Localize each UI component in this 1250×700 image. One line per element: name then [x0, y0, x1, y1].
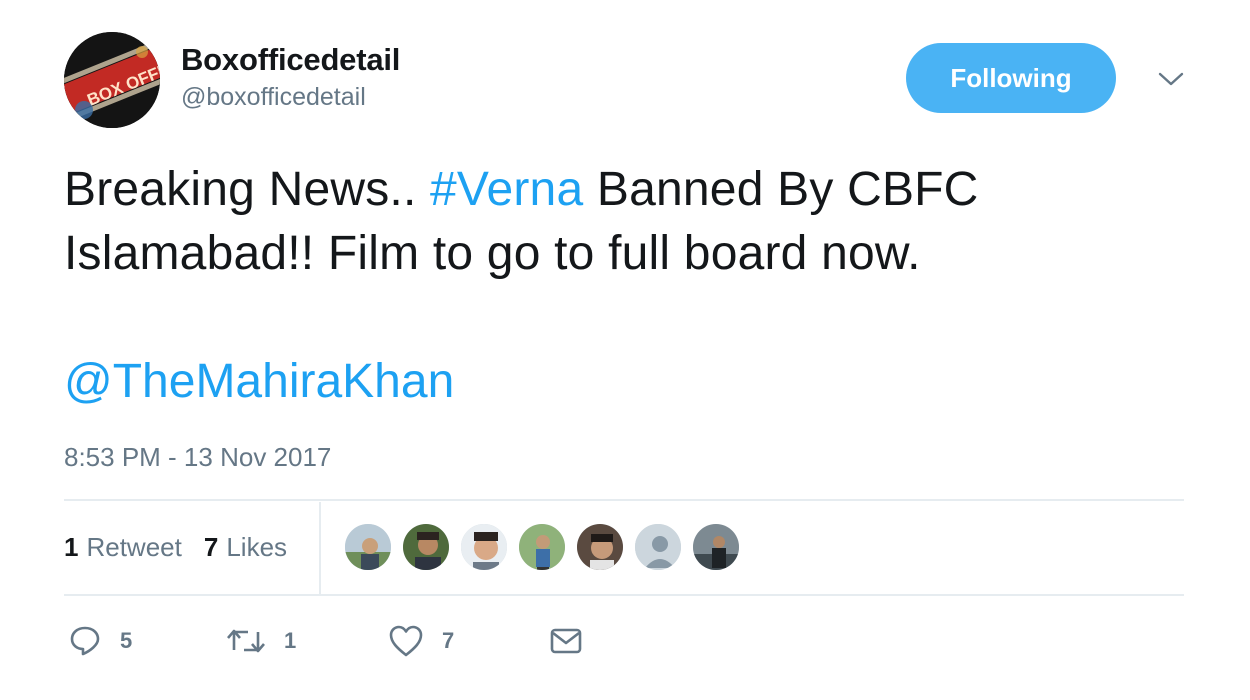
- user-names: Boxofficedetail @boxofficedetail: [181, 42, 400, 112]
- divider: [64, 499, 1184, 501]
- likes-count: 7: [203, 531, 219, 562]
- hashtag-link[interactable]: #Verna: [430, 163, 583, 216]
- retweets-stat[interactable]: 1 Retweet: [64, 532, 182, 563]
- tweet-stats: 1 Retweet 7 Likes: [64, 530, 287, 564]
- reply-count: 5: [120, 628, 133, 653]
- tweet-header: BOX OFFI Boxofficedetail @boxofficedetai…: [64, 32, 1184, 132]
- following-button[interactable]: Following: [906, 43, 1116, 113]
- retweets-count: 1: [64, 531, 79, 562]
- tweet-timestamp[interactable]: 8:53 PM - 13 Nov 2017: [64, 440, 331, 474]
- default-avatar-icon[interactable]: [633, 522, 683, 572]
- direct-message-action[interactable]: [550, 618, 582, 664]
- retweets-label: Retweet: [86, 531, 182, 562]
- retweet-count: 1: [284, 628, 297, 653]
- mention-link[interactable]: @TheMahiraKhan: [64, 350, 454, 414]
- divider: [64, 594, 1184, 596]
- like-action[interactable]: 7: [388, 618, 454, 664]
- liker-avatar[interactable]: [691, 522, 741, 572]
- liker-avatar[interactable]: [517, 522, 567, 572]
- tweet-text-start: Breaking News..: [64, 163, 431, 216]
- liker-avatar[interactable]: [401, 522, 451, 572]
- liker-avatar[interactable]: [459, 522, 509, 572]
- tweet-actions: 5 1 7: [64, 618, 764, 664]
- chevron-down-icon[interactable]: [1156, 68, 1186, 90]
- liker-avatar[interactable]: [575, 522, 625, 572]
- reply-action[interactable]: 5: [68, 618, 132, 664]
- likes-stat[interactable]: 7 Likes: [204, 532, 287, 563]
- like-count: 7: [442, 628, 455, 653]
- box-office-avatar-icon: BOX OFFI: [64, 32, 160, 128]
- stats-separator: [319, 502, 321, 594]
- likes-label: Likes: [226, 531, 288, 562]
- user-avatar[interactable]: BOX OFFI: [64, 32, 160, 128]
- envelope-icon: [550, 628, 582, 654]
- retweet-action[interactable]: 1: [226, 618, 296, 664]
- tweet-text: Breaking News.. #Verna Banned By CBFC Is…: [64, 158, 1174, 286]
- user-handle[interactable]: @boxofficedetail: [181, 82, 400, 112]
- retweet-icon: [227, 629, 265, 653]
- liker-avatar[interactable]: [343, 522, 393, 572]
- display-name[interactable]: Boxofficedetail: [181, 42, 400, 78]
- reply-icon: [70, 626, 100, 656]
- heart-icon: [389, 625, 423, 657]
